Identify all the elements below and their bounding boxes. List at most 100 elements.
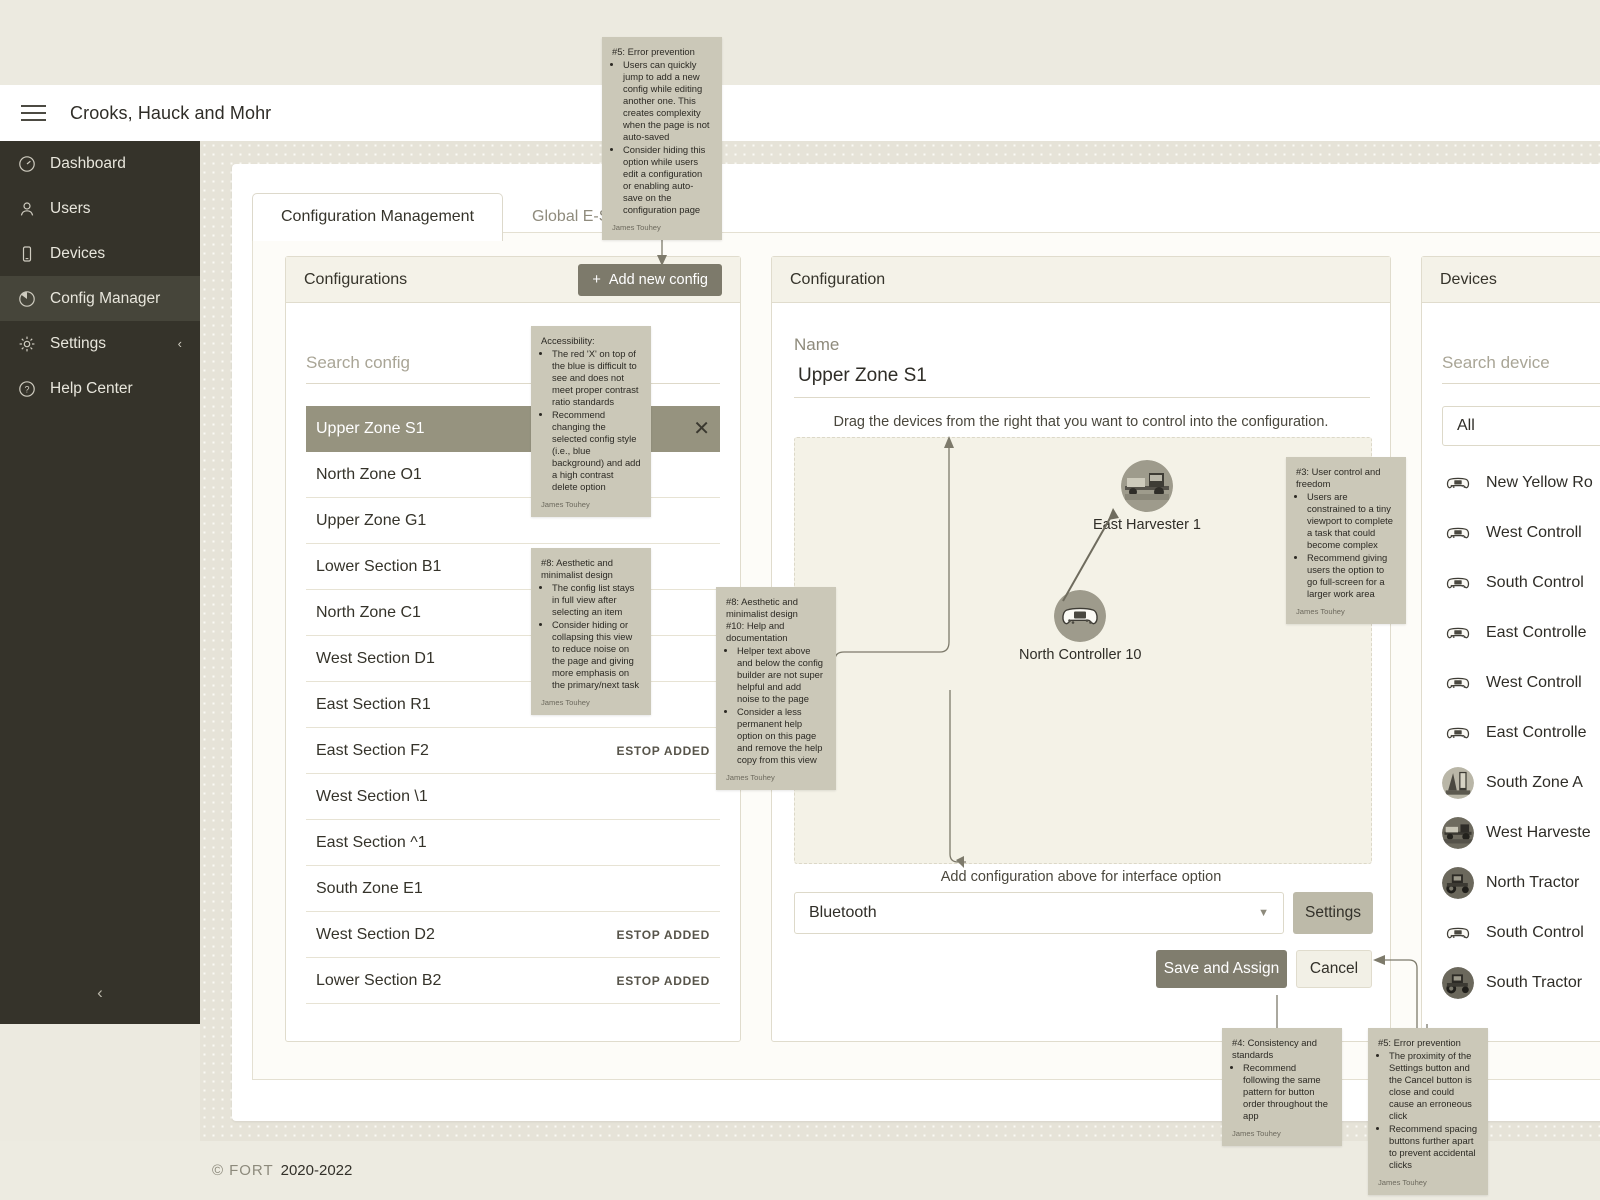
config-item-label: East Section ^1 <box>316 833 427 851</box>
device-list-item[interactable]: South Control <box>1422 908 1600 958</box>
note-bullet-list: Helper text above and below the config b… <box>737 645 826 766</box>
config-list-item[interactable]: East Section R1 <box>306 682 720 728</box>
drag-help-text: Drag the devices from the right that you… <box>833 414 1329 430</box>
note-bullet: Users are constrained to a tiny viewport… <box>1307 491 1396 551</box>
tab-configuration-management[interactable]: Configuration Management <box>252 193 504 241</box>
node-label: North Controller 10 <box>1019 647 1142 663</box>
note-title: Accessibility: <box>541 335 595 346</box>
sidebar-item-devices[interactable]: Devices <box>0 231 200 276</box>
save-and-assign-button[interactable]: Save and Assign <box>1156 950 1287 988</box>
chevron-down-icon: ▼ <box>1258 907 1269 919</box>
cancel-button[interactable]: Cancel <box>1296 950 1372 988</box>
device-list-item[interactable]: West Controll <box>1422 508 1600 558</box>
config-list-item[interactable]: West Section D2 ESTOP ADDED <box>306 912 720 958</box>
note-author: James Touhey <box>1378 1178 1427 1188</box>
device-list-item[interactable]: South Tractor <box>1422 958 1600 1008</box>
note-bullet: The red 'X' on top of the blue is diffic… <box>552 348 641 408</box>
controller-icon <box>1442 517 1474 549</box>
gear-icon <box>18 335 36 353</box>
device-filter-select[interactable]: All <box>1442 406 1600 446</box>
note-bullet: Consider hiding this option while users … <box>623 144 712 216</box>
configuration-panel: Configuration Name Drag the devices from… <box>771 256 1391 1042</box>
config-list-item[interactable]: East Section ^1 <box>306 820 720 866</box>
close-x-icon[interactable]: ✕ <box>693 419 710 439</box>
config-list-item[interactable]: South Zone E1 <box>306 866 720 912</box>
sidebar-item-dashboard[interactable]: Dashboard <box>0 141 200 186</box>
app-brand-title: Crooks, Hauck and Mohr <box>70 102 272 123</box>
config-list-item[interactable]: Lower Section B2 ESTOP ADDED <box>306 958 720 1004</box>
note-error-prevention-buttons: #5: Error prevention The proximity of the… <box>1368 1028 1488 1196</box>
chevron-left-icon: ‹ <box>97 983 103 1002</box>
note-bullet: Consider a less permanent help option on… <box>737 706 826 766</box>
configuration-name-input[interactable] <box>794 361 1370 398</box>
settings-button[interactable]: Settings <box>1293 892 1373 934</box>
note-aesthetic-config-list: #8: Aesthetic and minimalist designThe c… <box>531 548 651 716</box>
config-list-item[interactable]: West Section \1 <box>306 774 720 820</box>
devices-header: Devices <box>1422 257 1600 303</box>
device-list-item[interactable]: West Controll <box>1422 658 1600 708</box>
config-list-item[interactable]: Upper Zone G1 <box>306 498 720 544</box>
sidebar-item-config-manager[interactable]: Config Manager <box>0 276 200 321</box>
note-bullet: Recommend following the same pattern for… <box>1243 1062 1332 1122</box>
device-list-item[interactable]: South Zone A <box>1422 758 1600 808</box>
config-item-label: North Zone C1 <box>316 603 421 621</box>
configurations-panel: Configurations + Add new config Upper Zo… <box>285 256 741 1042</box>
device-list-item[interactable]: West Harveste <box>1422 808 1600 858</box>
config-item-label: West Section D2 <box>316 925 435 943</box>
canvas-node[interactable]: North Controller 10 <box>1019 590 1142 663</box>
sidebar-item-label: Settings <box>50 334 107 352</box>
device-list-item[interactable]: New Yellow Ro <box>1422 458 1600 508</box>
config-list-item[interactable]: Upper Zone S1 ✕ <box>306 406 720 452</box>
note-title: #8: Aesthetic and minimalist design <box>541 557 613 581</box>
sidebar-item-settings[interactable]: Settings ‹ <box>0 321 200 366</box>
sidebar-item-help-center[interactable]: ? Help Center <box>0 366 200 411</box>
add-new-config-button[interactable]: + Add new config <box>578 263 722 296</box>
device-item-label: West Harveste <box>1486 824 1591 841</box>
note-author: James Touhey <box>541 500 590 510</box>
speedometer-icon <box>18 155 36 173</box>
sidebar-item-label: Dashboard <box>50 154 126 172</box>
device-list-item[interactable]: North Tractor <box>1422 858 1600 908</box>
hamburger-icon[interactable] <box>12 92 54 134</box>
config-list-item[interactable]: West Section D1 <box>306 636 720 682</box>
device-item-label: West Controll <box>1486 524 1582 541</box>
interface-select[interactable]: Bluetooth ▼ <box>794 892 1284 934</box>
config-item-label: Upper Zone G1 <box>316 511 427 529</box>
config-list-item[interactable]: East Section F2 ESTOP ADDED <box>306 728 720 774</box>
controller-icon <box>1442 917 1474 949</box>
config-list-item[interactable]: Lower Section B1 <box>306 544 720 590</box>
note-title: #4: Consistency and standards <box>1232 1037 1317 1061</box>
config-list-item[interactable]: North Zone O1 <box>306 452 720 498</box>
search-config-input[interactable] <box>306 347 720 384</box>
plus-icon: + <box>592 271 601 288</box>
note-aesthetic-help-docs: #8: Aesthetic and minimalist design #10:… <box>716 587 836 791</box>
note-title: #8: Aesthetic and minimalist design #10:… <box>726 596 798 644</box>
note-bullet-list: Users can quickly jump to add a new conf… <box>623 59 712 216</box>
device-list-item[interactable]: East Controlle <box>1422 708 1600 758</box>
note-author: James Touhey <box>1232 1129 1281 1139</box>
harvester-photo <box>1442 817 1474 849</box>
note-title: #5: Error prevention <box>1378 1037 1461 1048</box>
config-item-label: Lower Section B2 <box>316 971 442 989</box>
configurations-header: Configurations + Add new config <box>286 257 740 303</box>
search-device-input[interactable] <box>1442 347 1600 384</box>
note-bullet-list: Users are constrained to a tiny viewport… <box>1307 491 1396 600</box>
configurations-title: Configurations <box>304 270 408 288</box>
controller-photo <box>1054 590 1107 642</box>
device-list-item[interactable]: South Control <box>1422 558 1600 608</box>
sidebar-item-label: Help Center <box>50 379 133 397</box>
canvas-node[interactable]: East Harvester 1 <box>1093 460 1201 533</box>
configuration-title: Configuration <box>790 270 886 288</box>
sidebar-collapse-button[interactable]: ‹ <box>0 962 200 1024</box>
device-list-item[interactable]: East Controlle <box>1422 608 1600 658</box>
window-top-strip <box>0 0 1600 85</box>
config-item-label: West Section \1 <box>316 787 428 805</box>
config-list-item[interactable]: North Zone C1 <box>306 590 720 636</box>
estop-badge: ESTOP ADDED <box>616 973 710 988</box>
sidebar-item-users[interactable]: Users <box>0 186 200 231</box>
sidebar: Dashboard Users Devices Config Manager S… <box>0 141 200 1024</box>
footer-years: 2020-2022 <box>280 1162 353 1179</box>
note-bullet-list: Recommend following the same pattern for… <box>1243 1062 1332 1122</box>
device-item-label: New Yellow Ro <box>1486 474 1593 491</box>
note-error-prevention-add-config: #5: Error prevention Users can quickly ju… <box>602 37 722 241</box>
